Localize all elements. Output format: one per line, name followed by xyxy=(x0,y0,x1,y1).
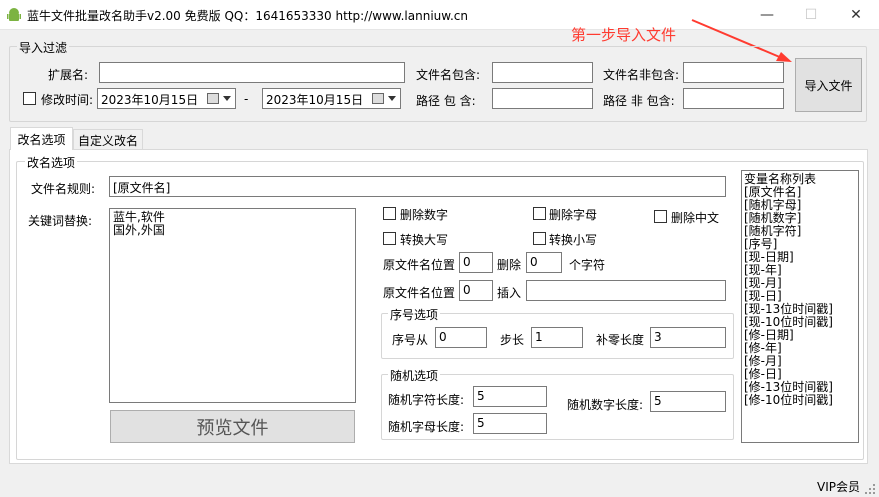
rand-letter-label: 随机字母长度: xyxy=(388,420,465,434)
chevron-down-icon xyxy=(388,96,396,101)
calendar-icon xyxy=(372,93,384,104)
path-contains-label: 路径 包 含: xyxy=(416,94,476,108)
delete-chinese-label: 删除中文 xyxy=(671,211,720,225)
rand-char-label: 随机字符长度: xyxy=(388,393,465,407)
delete-position-label: 原文件名位置 xyxy=(383,258,456,272)
modtime-label: 修改时间: xyxy=(41,93,94,107)
date-from-value: 2023年10月15日 xyxy=(101,93,199,107)
delete-chinese-checkbox[interactable] xyxy=(654,210,667,223)
tab-custom-rename-label: 自定义改名 xyxy=(77,133,138,148)
sequence-options-label: 序号选项 xyxy=(388,306,441,323)
date-to-value: 2023年10月15日 xyxy=(266,93,364,107)
rand-digit-input[interactable]: 5 xyxy=(650,391,726,412)
rename-options-group-label: 改名选项 xyxy=(25,154,78,171)
name-excludes-label: 文件名非包含: xyxy=(603,68,680,82)
to-lower-checkbox[interactable] xyxy=(533,232,546,245)
keyword-label: 关键词替换: xyxy=(28,214,93,228)
variable-item[interactable]: [修-10位时间戳] xyxy=(744,394,856,407)
delete-letters-checkbox[interactable] xyxy=(533,207,546,220)
delete-label: 删除 xyxy=(497,258,522,272)
date-from-picker[interactable]: 2023年10月15日 xyxy=(97,88,236,109)
seq-pad-input[interactable]: 3 xyxy=(650,327,726,348)
resize-grip-icon[interactable] xyxy=(864,483,876,495)
delete-position-input[interactable]: 0 xyxy=(459,252,493,273)
import-filter-label: 导入过滤 xyxy=(17,39,70,56)
tab-rename-options[interactable]: 改名选项 xyxy=(10,127,73,150)
path-contains-input[interactable] xyxy=(492,88,593,109)
ext-label: 扩展名: xyxy=(48,68,89,82)
delete-letters-label: 删除字母 xyxy=(549,208,598,222)
to-lower-label: 转换小写 xyxy=(549,233,598,247)
delete-digits-label: 删除数字 xyxy=(400,208,449,222)
maximize-button[interactable]: ☐ xyxy=(789,0,833,30)
android-app-icon xyxy=(7,8,21,21)
vip-member-label[interactable]: VIP会员 xyxy=(817,478,860,495)
chevron-down-icon xyxy=(223,96,231,101)
delete-count-input[interactable]: 0 xyxy=(526,252,562,273)
preview-files-label: 预览文件 xyxy=(196,417,269,439)
window-title: 蓝牛文件批量改名助手v2.00 免费版 QQ：1641653330 http:/… xyxy=(27,9,468,23)
maximize-icon: ☐ xyxy=(804,7,818,23)
to-upper-checkbox[interactable] xyxy=(383,232,396,245)
seq-step-input[interactable]: 1 xyxy=(531,327,583,348)
import-files-label: 导入文件 xyxy=(804,78,853,93)
name-contains-input[interactable] xyxy=(492,62,593,83)
seq-from-label: 序号从 xyxy=(392,333,429,347)
preview-files-button[interactable]: 预览文件 xyxy=(110,410,355,443)
random-options-label: 随机选项 xyxy=(388,367,441,384)
name-contains-label: 文件名包含: xyxy=(416,68,481,82)
rule-input[interactable]: [原文件名] xyxy=(109,176,726,197)
tab-custom-rename[interactable]: 自定义改名 xyxy=(73,129,143,150)
path-excludes-label: 路径 非 包含: xyxy=(603,94,675,108)
close-icon: ✕ xyxy=(850,7,862,23)
status-bar: VIP会员 xyxy=(0,474,879,497)
name-excludes-input[interactable] xyxy=(683,62,784,83)
variable-list[interactable]: 变量名称列表 [原文件名] [随机字母] [随机数字] [随机字符] [序号] … xyxy=(741,170,859,443)
import-files-button[interactable]: 导入文件 xyxy=(795,58,862,112)
ext-input[interactable] xyxy=(99,62,405,83)
keyword-replace-textarea[interactable]: 蓝牛,软件 国外,外国 xyxy=(109,208,356,403)
seq-pad-label: 补零长度 xyxy=(596,333,645,347)
seq-from-input[interactable]: 0 xyxy=(435,327,487,348)
insert-position-input[interactable]: 0 xyxy=(459,280,493,301)
calendar-icon xyxy=(207,93,219,104)
import-filter-group xyxy=(9,46,867,122)
step-annotation: 第一步导入文件 xyxy=(571,26,677,44)
date-to-picker[interactable]: 2023年10月15日 xyxy=(262,88,401,109)
date-separator: - xyxy=(244,92,249,106)
close-button[interactable]: ✕ xyxy=(834,0,878,30)
rule-label: 文件名规则: xyxy=(31,182,96,196)
insert-label: 插入 xyxy=(497,286,522,300)
path-excludes-input[interactable] xyxy=(683,88,784,109)
tab-rename-options-label: 改名选项 xyxy=(17,132,66,147)
rand-digit-label: 随机数字长度: xyxy=(567,398,644,412)
keyword-line: 国外,外国 xyxy=(113,223,165,237)
delete-unit-label: 个字符 xyxy=(569,258,606,272)
delete-digits-checkbox[interactable] xyxy=(383,207,396,220)
insert-position-label: 原文件名位置 xyxy=(383,286,456,300)
seq-step-label: 步长 xyxy=(500,333,525,347)
to-upper-label: 转换大写 xyxy=(400,233,449,247)
rand-letter-input[interactable]: 5 xyxy=(473,413,547,434)
modtime-checkbox[interactable] xyxy=(23,92,36,105)
rand-char-input[interactable]: 5 xyxy=(473,386,547,407)
insert-text-input[interactable] xyxy=(526,280,726,301)
